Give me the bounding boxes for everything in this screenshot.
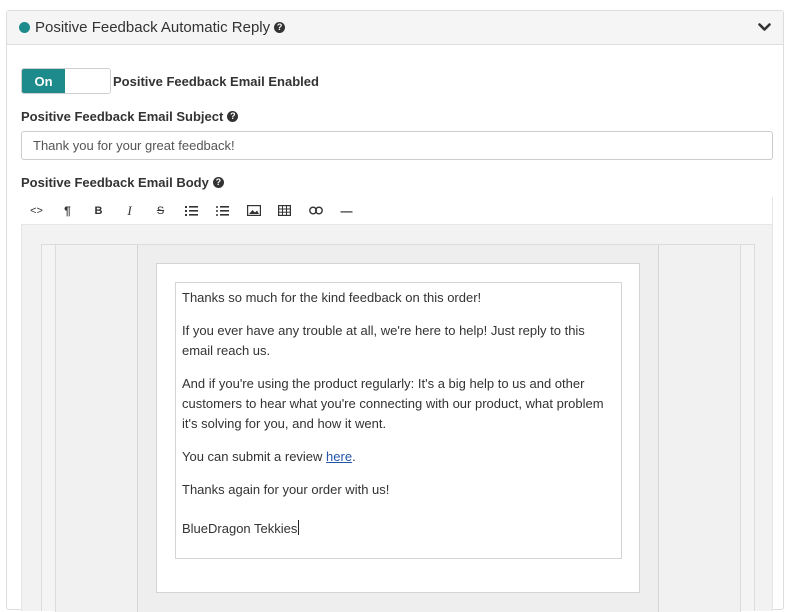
code-view-button[interactable]: <>: [21, 198, 52, 224]
code-icon: <>: [30, 204, 43, 217]
body-help-icon[interactable]: ?: [212, 177, 224, 188]
link-button[interactable]: [300, 198, 331, 224]
paragraph-button[interactable]: ¶: [52, 198, 83, 224]
bold-icon: B: [94, 204, 103, 217]
email-template-column: Thanks so much for the kind feedback on …: [137, 245, 659, 612]
paragraph-icon: ¶: [64, 203, 71, 218]
body-label-row: Positive Feedback Email Body ?: [21, 175, 224, 190]
ordered-list-button[interactable]: [176, 198, 207, 224]
toggle-on-label: On: [22, 69, 65, 93]
feedback-panel: Positive Feedback Automatic Reply ? On P…: [6, 10, 784, 612]
ordered-list-icon: [185, 206, 198, 216]
unordered-list-icon: [216, 206, 229, 216]
chevron-down-icon[interactable]: [757, 21, 771, 35]
body-label: Positive Feedback Email Body: [21, 175, 209, 190]
link-icon: [308, 206, 323, 215]
editor-area: Thanks so much for the kind feedback on …: [21, 225, 773, 612]
review-suffix: .: [352, 449, 356, 464]
table-icon: [278, 205, 291, 216]
email-card: Thanks so much for the kind feedback on …: [156, 263, 640, 593]
text-cursor: [298, 520, 300, 535]
signature-text: BlueDragon Tekkies: [182, 521, 298, 536]
panel-title: Positive Feedback Automatic Reply: [35, 19, 271, 36]
image-button[interactable]: [238, 198, 269, 224]
subject-help-icon[interactable]: ?: [227, 111, 239, 122]
bold-button[interactable]: B: [83, 198, 114, 224]
subject-label: Positive Feedback Email Subject: [21, 109, 224, 124]
signature-paragraph: BlueDragon Tekkies: [182, 519, 615, 539]
editor-toolbar: <> ¶ B I S —: [21, 197, 773, 225]
help-icon[interactable]: ?: [274, 22, 286, 33]
subject-input[interactable]: [21, 131, 773, 160]
body-paragraph: And if you're using the product regularl…: [182, 376, 604, 431]
email-enabled-toggle[interactable]: On: [21, 68, 111, 94]
body-paragraph: Thanks so much for the kind feedback on …: [182, 290, 482, 305]
image-icon: [246, 205, 261, 216]
body-paragraph: If you ever have any trouble at all, we'…: [182, 323, 585, 358]
review-prefix: You can submit a review: [182, 449, 327, 464]
horizontal-rule-icon: —: [340, 203, 353, 218]
review-paragraph: You can submit a review here.: [182, 447, 615, 467]
subject-label-row: Positive Feedback Email Subject ?: [21, 109, 239, 124]
editor-frame-inner: Thanks so much for the kind feedback on …: [55, 245, 741, 612]
strikethrough-button[interactable]: S: [145, 198, 176, 224]
status-dot-icon: [19, 22, 30, 33]
panel-header[interactable]: Positive Feedback Automatic Reply ?: [7, 11, 783, 45]
toggle-row: On Positive Feedback Email Enabled: [21, 68, 319, 94]
review-link[interactable]: here: [326, 449, 352, 464]
italic-icon: I: [127, 202, 132, 218]
thanks-paragraph: Thanks again for your order with us!: [182, 482, 390, 497]
toggle-off-half: [65, 69, 110, 93]
italic-button[interactable]: I: [114, 198, 145, 224]
editor-frame-outer: Thanks so much for the kind feedback on …: [41, 244, 755, 612]
toggle-label: Positive Feedback Email Enabled: [113, 73, 319, 89]
table-button[interactable]: [269, 198, 300, 224]
strikethrough-icon: S: [156, 204, 165, 217]
unordered-list-button[interactable]: [207, 198, 238, 224]
horizontal-rule-button[interactable]: —: [331, 198, 362, 224]
email-body-editable[interactable]: Thanks so much for the kind feedback on …: [175, 282, 622, 559]
